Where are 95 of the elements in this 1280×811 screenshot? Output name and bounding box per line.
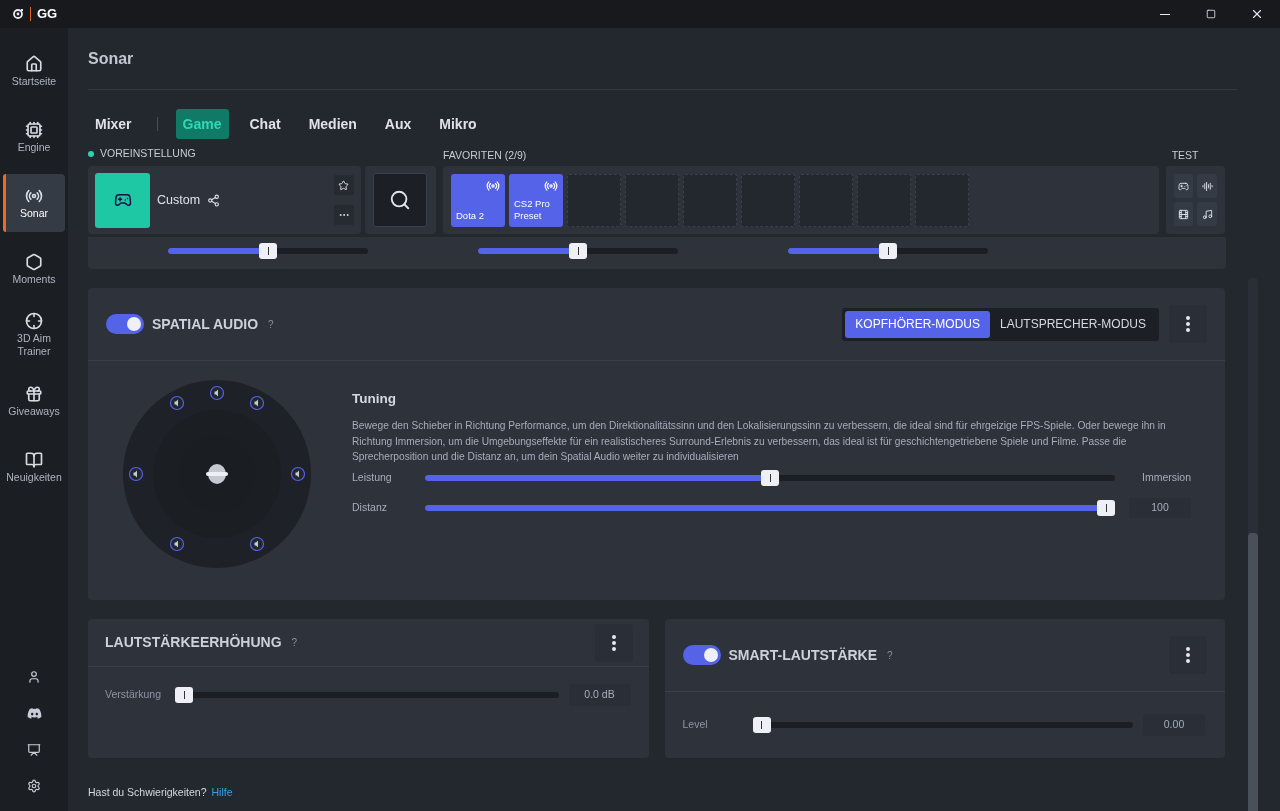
tab[interactable]: Aux bbox=[377, 109, 419, 139]
search-icon bbox=[389, 189, 412, 211]
slider-thumb[interactable] bbox=[259, 243, 277, 259]
toggle-switch[interactable] bbox=[682, 645, 721, 665]
more-options-button[interactable] bbox=[1169, 636, 1207, 674]
slider[interactable] bbox=[478, 243, 678, 259]
slider[interactable] bbox=[752, 717, 1133, 733]
maximize-icon bbox=[1206, 9, 1216, 19]
close-icon bbox=[1250, 7, 1264, 21]
slider-thumb[interactable] bbox=[569, 243, 587, 259]
section-title: SMART-LAUTSTÄRKE bbox=[728, 645, 878, 665]
more-button[interactable] bbox=[333, 205, 354, 225]
presentation-icon[interactable] bbox=[27, 743, 41, 757]
star-icon bbox=[338, 179, 350, 191]
slider-label: Level bbox=[682, 717, 709, 733]
music-test-button[interactable] bbox=[1197, 202, 1217, 226]
favorite-preset[interactable]: Dota 2 bbox=[451, 173, 505, 227]
film-icon bbox=[1178, 208, 1189, 220]
gamepad-test-button[interactable] bbox=[1173, 174, 1194, 198]
sidebar-item[interactable]: Giveaways bbox=[3, 372, 65, 430]
tab[interactable]: Medien bbox=[301, 109, 364, 139]
more-options-button[interactable] bbox=[594, 623, 633, 662]
sidebar-item[interactable]: Neuigkeiten bbox=[3, 438, 65, 496]
page-title: Sonar bbox=[88, 48, 134, 69]
signal-waves-icon bbox=[544, 178, 558, 193]
house-icon bbox=[25, 54, 43, 73]
slider-end-label: Immersion bbox=[1141, 469, 1191, 485]
preset-heading: VOREINSTELLUNG bbox=[100, 146, 196, 162]
user-icon[interactable] bbox=[27, 670, 41, 684]
tab[interactable]: Mixer bbox=[88, 109, 139, 139]
preset-name: Custom bbox=[157, 191, 201, 209]
value-field[interactable]: 100 bbox=[1129, 497, 1191, 518]
chip-icon bbox=[25, 120, 43, 139]
sidebar-item[interactable]: Sonar bbox=[3, 174, 65, 232]
scrollbar-thumb[interactable] bbox=[1247, 533, 1258, 811]
search-button[interactable] bbox=[373, 173, 428, 227]
tuning-description: Bewege den Schieber in Richtung Performance, um den Direktionalitätssinn und den Lokalisierungssinn zu verbessern, die ideal sind für ehrgeizige FPS-Spiele. Oder bewege ihn in Richtung Immersion, um die Umgebungseffekte für ein realistischeres Surround-Erlebnis zu verbessern, das ideal ist für geschichtengetriebene Spiele und Filme. Passe die Sprecherposition und die Distanz an, um dein Spatial Audio weiter zu individualisieren bbox=[352, 419, 1167, 465]
help-prompt: Hast du Schwierigkeiten? bbox=[88, 785, 207, 800]
gamepad-icon bbox=[1178, 180, 1189, 192]
slider-label: Distanz bbox=[352, 499, 388, 515]
tab[interactable]: Chat bbox=[242, 109, 288, 139]
slider[interactable] bbox=[168, 243, 368, 259]
signal-waves-icon bbox=[486, 178, 500, 193]
slider[interactable] bbox=[425, 499, 1115, 516]
slider-thumb[interactable] bbox=[1097, 499, 1115, 516]
hexagon-icon bbox=[25, 252, 43, 271]
gamepad-icon bbox=[113, 191, 132, 209]
slider-thumb[interactable] bbox=[752, 717, 771, 733]
crosshair-icon bbox=[25, 312, 43, 330]
settings-icon[interactable] bbox=[27, 779, 41, 793]
sidebar-item[interactable]: Moments bbox=[3, 240, 65, 298]
voice-test-button[interactable] bbox=[1197, 174, 1217, 198]
help-icon[interactable]: ? bbox=[268, 316, 274, 332]
value-field[interactable]: 0.00 bbox=[1143, 714, 1205, 736]
help-icon[interactable]: ? bbox=[887, 647, 893, 663]
value-field[interactable]: 0.0 dB bbox=[568, 684, 631, 706]
sidebar-item[interactable]: Engine bbox=[3, 108, 65, 166]
favorite-button[interactable] bbox=[333, 175, 354, 195]
slider-thumb[interactable] bbox=[175, 687, 193, 703]
mode-option[interactable]: LAUTSPRECHER-MODUS bbox=[990, 310, 1156, 338]
slider[interactable] bbox=[175, 687, 559, 703]
music-note-icon bbox=[1201, 208, 1213, 220]
mode-option[interactable]: KOPFHÖRER-MODUS bbox=[845, 310, 990, 338]
gift-icon bbox=[25, 384, 43, 403]
favorite-preset[interactable]: CS2 Pro Preset bbox=[509, 173, 563, 227]
sound-wave-icon bbox=[1201, 180, 1213, 192]
preset-tile[interactable] bbox=[95, 172, 150, 228]
slider-thumb[interactable] bbox=[761, 469, 779, 486]
favorites-heading: FAVORITEN (2/9) bbox=[443, 148, 528, 160]
more-vertical-icon bbox=[611, 634, 616, 651]
section-title: SPATIAL AUDIO bbox=[152, 314, 259, 334]
slider[interactable] bbox=[425, 469, 1115, 486]
minimize-icon bbox=[1160, 13, 1170, 15]
open-book-icon bbox=[25, 450, 43, 469]
help-icon[interactable]: ? bbox=[291, 635, 298, 650]
film-test-button[interactable] bbox=[1173, 202, 1194, 226]
test-heading: TEST bbox=[1170, 148, 1200, 160]
sidebar-item[interactable]: Startseite bbox=[3, 42, 65, 100]
share-icon[interactable] bbox=[207, 193, 221, 207]
sidebar-item[interactable]: 3D Aim Trainer bbox=[3, 306, 65, 364]
more-options-button[interactable] bbox=[1169, 305, 1207, 343]
gear-logo-icon bbox=[12, 8, 24, 20]
section-title: LAUTSTÄRKEERHÖHUNG bbox=[105, 633, 282, 652]
more-vertical-icon bbox=[1186, 647, 1190, 663]
toggle-switch[interactable] bbox=[106, 314, 144, 334]
discord-icon[interactable] bbox=[26, 706, 42, 721]
slider-label: Leistung bbox=[352, 469, 393, 485]
help-link[interactable]: Hilfe bbox=[211, 785, 233, 801]
tuning-title: Tuning bbox=[352, 390, 397, 408]
slider-label: Verstärkung bbox=[105, 687, 163, 703]
slider-thumb[interactable] bbox=[879, 243, 897, 259]
more-vertical-icon bbox=[1186, 316, 1190, 332]
tab[interactable]: Mikro bbox=[432, 109, 484, 139]
app-name: GG bbox=[37, 5, 58, 24]
slider[interactable] bbox=[788, 243, 988, 259]
